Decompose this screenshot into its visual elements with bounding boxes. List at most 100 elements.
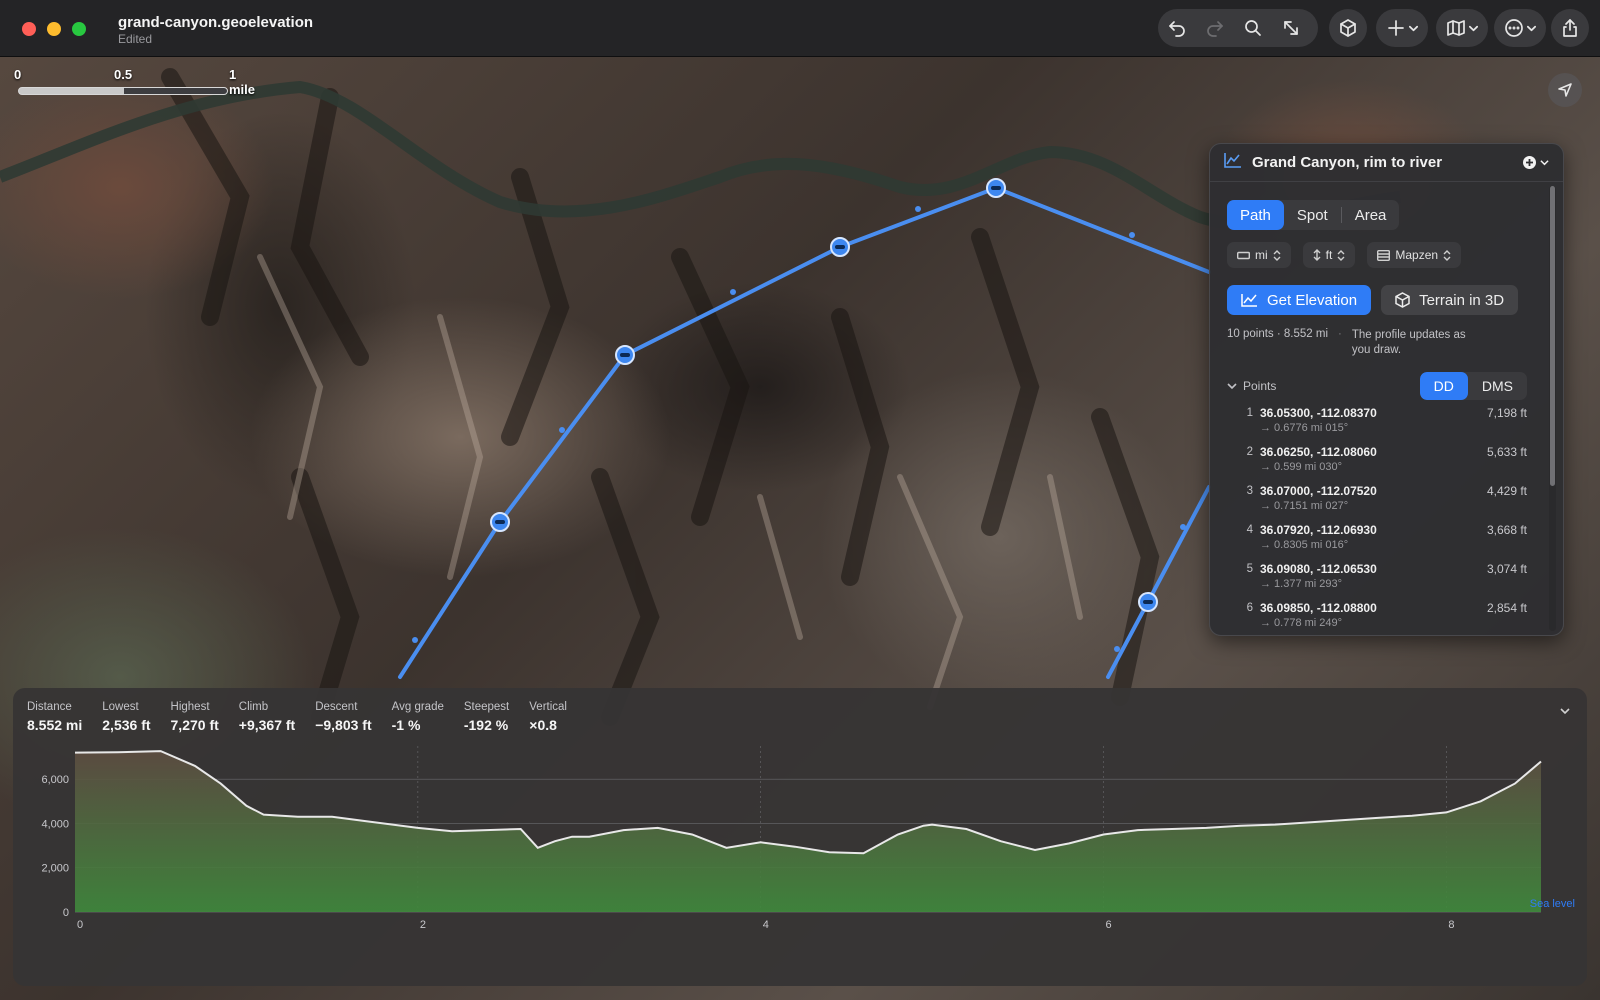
list-item[interactable]: 6 36.09850, -112.08800 2,854 ft → 0.778 … [1227,599,1527,635]
route-summary: 10 points · 8.552 mi · The profile updat… [1227,328,1552,358]
list-item[interactable]: 5 36.09080, -112.06530 3,074 ft → 1.377 … [1227,560,1527,599]
stat-avg-grade: Avg grade -1 % [392,701,444,733]
get-elevation-button[interactable]: Get Elevation [1227,285,1372,315]
waypoint-marker[interactable] [830,237,850,257]
redo-button[interactable] [1196,9,1234,47]
database-icon [1377,249,1391,261]
elevation-area [75,751,1541,912]
point-coordinates: 36.09080, -112.06530 [1260,562,1377,576]
list-item[interactable]: 3 36.07000, -112.07520 4,429 ft → 0.7151… [1227,482,1527,521]
map-style-toolbar-group [1436,9,1488,47]
ruler-icon [1237,251,1250,259]
list-item[interactable]: 2 36.06250, -112.08060 5,633 ft → 0.599 … [1227,443,1527,482]
mode-path-button[interactable]: Path [1227,200,1284,230]
list-item[interactable]: 1 36.05300, -112.08370 7,198 ft → 0.6776… [1227,404,1527,443]
mode-area-button[interactable]: Area [1342,200,1400,230]
stat-label: Distance [27,701,72,713]
point-elevation: 4,429 ft [1486,484,1527,498]
cube-icon [1395,292,1410,308]
share-icon [1563,19,1577,37]
format-dd-button[interactable]: DD [1419,372,1468,400]
data-source-label: Mapzen [1395,248,1439,262]
up-down-chevron-icon [1337,249,1345,261]
waypoint-marker[interactable] [1138,592,1158,612]
chevron-down-icon [1469,25,1478,31]
elevation-unit-label: ft [1325,248,1333,262]
chevron-down-icon [1540,160,1549,166]
unit-pills: mi ft Mapzen [1227,242,1462,268]
route-midpoints [412,206,1186,652]
format-dms-button[interactable]: DMS [1468,372,1527,400]
resize-icon [1284,21,1298,35]
points-header: Points DD DMS [1227,372,1527,400]
share-button[interactable] [1551,9,1589,47]
list-item[interactable]: 4 36.07920, -112.06930 3,668 ft → 0.8305… [1227,521,1527,560]
points-scrollbar[interactable] [1549,186,1556,631]
point-leg: → 0.778 mi 249° [1260,617,1343,629]
more-toolbar-group [1494,9,1546,47]
sea-level-label: Sea level [1530,898,1575,910]
y-tick-label: 2,000 [41,863,69,875]
stat-value: 8.552 mi [27,717,83,733]
share-toolbar-group [1551,9,1589,47]
route-waypoints[interactable] [490,178,1158,612]
point-coordinates: 36.07920, -112.06930 [1260,523,1377,537]
point-elevation: 3,074 ft [1486,562,1527,576]
current-location-button[interactable] [1548,73,1582,107]
more-menu-button[interactable] [1494,9,1546,47]
resize-button[interactable] [1272,9,1310,47]
panel-add-menu[interactable] [1522,155,1549,170]
vertical-arrows-icon [1313,249,1321,261]
terrain-3d-button[interactable]: Terrain in 3D [1381,285,1519,315]
point-elevation: 3,668 ft [1486,523,1527,537]
3d-view-button[interactable] [1329,9,1367,47]
title-bar: grand-canyon.geoelevation Edited [0,0,1600,57]
point-index: 5 [1246,563,1253,575]
stat-label: Avg grade [391,701,444,713]
zoom-window-button[interactable] [72,22,86,36]
stat-value: +9,367 ft [238,717,296,733]
data-source-popup[interactable]: Mapzen [1367,242,1462,268]
panel-actions: Get Elevation Terrain in 3D [1227,285,1519,315]
elevation-panel: Grand Canyon, rim to river Path Spot Are… [1209,143,1564,636]
waypoint-marker[interactable] [490,512,510,532]
points-label: Points [1243,379,1277,393]
collapse-profile-button[interactable] [1559,704,1571,722]
waypoint-marker[interactable] [615,345,635,365]
up-down-chevron-icon [1273,249,1281,261]
mode-spot-button[interactable]: Spot [1284,200,1341,230]
point-index: 1 [1246,407,1253,419]
cube-icon [1340,19,1356,37]
distance-unit-popup[interactable]: mi [1227,242,1291,268]
stat-value: 2,536 ft [102,717,151,733]
point-coordinates: 36.07000, -112.07520 [1260,484,1377,498]
x-tick-label: 8 [1448,919,1454,931]
add-menu-button[interactable] [1376,9,1428,47]
chevron-down-icon [1560,708,1570,715]
scrollbar-thumb[interactable] [1550,186,1555,486]
x-tick-label: 2 [420,919,426,931]
plus-circle-icon [1523,156,1536,169]
close-window-button[interactable] [22,22,36,36]
waypoint-marker[interactable] [986,178,1006,198]
map-scale: 0 0.5 1 mile [14,67,255,103]
x-tick-label: 6 [1106,919,1112,931]
point-coordinates: 36.06250, -112.08060 [1260,445,1377,459]
chevron-down-icon [1227,383,1237,390]
x-tick-label: 4 [763,919,769,931]
elevation-unit-popup[interactable]: ft [1302,242,1356,268]
points-disclosure[interactable]: Points [1227,379,1420,393]
undo-button[interactable] [1158,9,1196,47]
point-index: 4 [1246,524,1253,536]
point-leg: → 0.599 mi 030° [1260,461,1343,473]
point-coordinates: 36.05300, -112.08370 [1260,406,1377,420]
stat-highest: Highest 7,270 ft [171,701,219,733]
search-button[interactable] [1234,9,1272,47]
coordinate-format-control: DD DMS [1419,372,1527,400]
elevation-profile: 0 2,000 4,000 6,000 0 2 4 6 8 Sea level Distance… [13,688,1587,986]
minimize-window-button[interactable] [47,22,61,36]
point-leg: → 1.377 mi 293° [1260,578,1343,590]
map-style-button[interactable] [1436,9,1488,47]
up-down-chevron-icon [1443,249,1451,261]
stat-label: Descent [315,701,358,713]
